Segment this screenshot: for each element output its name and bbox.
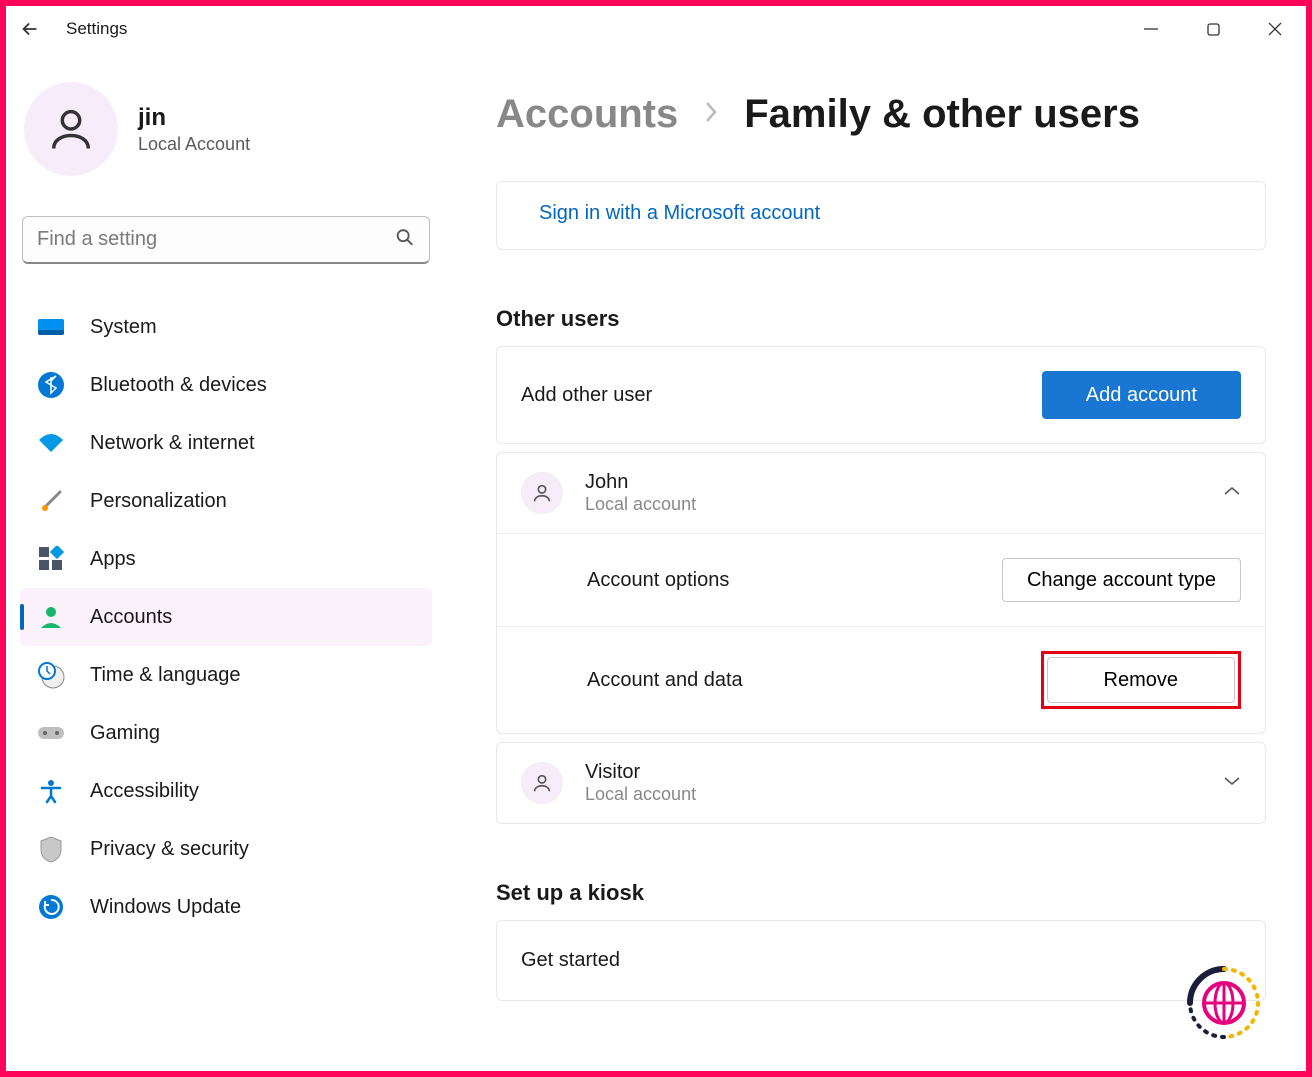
user-expanded-john: Account options Change account type Acco…: [497, 533, 1265, 733]
sidebar-item-gaming[interactable]: Gaming: [20, 704, 432, 762]
watermark-logo: [1170, 949, 1278, 1057]
breadcrumb: Accounts Family & other users: [496, 92, 1266, 137]
titlebar: Settings: [6, 6, 1306, 52]
user-name: John: [585, 471, 696, 494]
apps-icon: [36, 544, 66, 574]
sidebar-item-bluetooth[interactable]: Bluetooth & devices: [20, 356, 432, 414]
kiosk-label: Get started: [521, 949, 620, 971]
chevron-down-icon: [1223, 774, 1241, 792]
nav-list: System Bluetooth & devices Network & int…: [20, 298, 432, 936]
display-icon: [36, 312, 66, 342]
sidebar: jin Local Account System Bluetooth & dev…: [6, 52, 446, 1071]
sidebar-item-privacy[interactable]: Privacy & security: [20, 820, 432, 878]
main-content: Accounts Family & other users Sign in wi…: [446, 52, 1306, 1071]
nav-label: Privacy & security: [90, 838, 249, 861]
minimize-button[interactable]: [1120, 6, 1182, 52]
user-card-visitor: Visitor Local account: [496, 742, 1266, 824]
profile-type: Local Account: [138, 134, 250, 155]
back-button[interactable]: [14, 13, 46, 45]
nav-label: Accounts: [90, 606, 172, 629]
user-header-visitor[interactable]: Visitor Local account: [497, 743, 1265, 823]
avatar-icon: [521, 472, 563, 514]
settings-window: Settings jin Local Account: [6, 6, 1306, 1071]
avatar: [24, 82, 118, 176]
change-account-type-button[interactable]: Change account type: [1002, 558, 1241, 602]
signin-card: Sign in with a Microsoft account: [496, 181, 1266, 250]
avatar-icon: [521, 762, 563, 804]
user-type: Local account: [585, 784, 696, 805]
chevron-up-icon: [1223, 484, 1241, 502]
nav-label: Accessibility: [90, 780, 199, 803]
sidebar-item-time-language[interactable]: Time & language: [20, 646, 432, 704]
nav-label: Personalization: [90, 490, 227, 513]
nav-label: Bluetooth & devices: [90, 374, 267, 397]
close-icon: [1268, 22, 1282, 36]
nav-label: Network & internet: [90, 432, 255, 455]
kiosk-card[interactable]: Get started: [496, 920, 1266, 1001]
user-icon: [45, 103, 97, 155]
sidebar-item-personalization[interactable]: Personalization: [20, 472, 432, 530]
search-icon: [394, 227, 416, 254]
add-account-button[interactable]: Add account: [1042, 371, 1241, 419]
add-user-card: Add other user Add account: [496, 346, 1266, 444]
account-data-label: Account and data: [587, 669, 743, 692]
bluetooth-icon: [36, 370, 66, 400]
maximize-icon: [1207, 23, 1220, 36]
nav-label: Apps: [90, 548, 136, 571]
breadcrumb-current: Family & other users: [744, 92, 1140, 137]
search-input[interactable]: [22, 216, 430, 264]
person-icon: [36, 602, 66, 632]
minimize-icon: [1144, 22, 1158, 36]
sidebar-item-apps[interactable]: Apps: [20, 530, 432, 588]
sidebar-item-system[interactable]: System: [20, 298, 432, 356]
wifi-icon: [36, 428, 66, 458]
nav-label: Time & language: [90, 664, 240, 687]
account-options-label: Account options: [587, 569, 729, 592]
kiosk-title: Set up a kiosk: [496, 880, 1266, 906]
sidebar-item-network[interactable]: Network & internet: [20, 414, 432, 472]
close-button[interactable]: [1244, 6, 1306, 52]
app-title: Settings: [66, 19, 127, 39]
sidebar-item-accessibility[interactable]: Accessibility: [20, 762, 432, 820]
user-header-john[interactable]: John Local account: [497, 453, 1265, 533]
breadcrumb-parent[interactable]: Accounts: [496, 92, 678, 137]
user-name: Visitor: [585, 761, 696, 784]
remove-button[interactable]: Remove: [1047, 657, 1235, 703]
remove-highlight: Remove: [1041, 651, 1241, 709]
add-user-label: Add other user: [521, 384, 652, 407]
nav-label: Windows Update: [90, 896, 241, 919]
profile-name: jin: [138, 104, 250, 132]
chevron-right-icon: [702, 99, 720, 130]
other-users-title: Other users: [496, 306, 1266, 332]
sidebar-item-windows-update[interactable]: Windows Update: [20, 878, 432, 936]
clock-globe-icon: [36, 660, 66, 690]
signin-link[interactable]: Sign in with a Microsoft account: [539, 202, 820, 224]
nav-label: Gaming: [90, 722, 160, 745]
nav-label: System: [90, 316, 157, 339]
profile-block[interactable]: jin Local Account: [20, 82, 432, 176]
accessibility-icon: [36, 776, 66, 806]
brush-icon: [36, 486, 66, 516]
shield-icon: [36, 834, 66, 864]
sidebar-item-accounts[interactable]: Accounts: [20, 588, 432, 646]
gamepad-icon: [36, 718, 66, 748]
user-card-john: John Local account Account options Chang…: [496, 452, 1266, 734]
maximize-button[interactable]: [1182, 6, 1244, 52]
update-icon: [36, 892, 66, 922]
arrow-left-icon: [19, 18, 41, 40]
user-type: Local account: [585, 494, 696, 515]
